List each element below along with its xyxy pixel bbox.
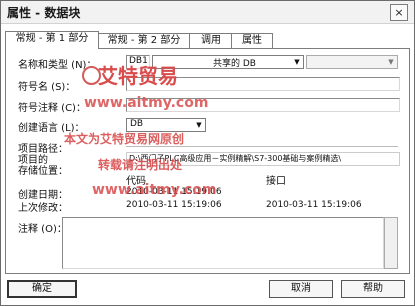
chevron-down-icon: ▼ <box>294 58 300 66</box>
window-title: 属性 - 数据块 <box>7 6 81 20</box>
code-column-header: 代码 <box>126 176 146 187</box>
last-modified-label: 上次修改： <box>18 203 68 214</box>
comment-textarea[interactable] <box>62 217 384 269</box>
storage-location-value: D:\西门子PLC高级应用－实例精解\S7-300基础与案例精选\ <box>129 154 342 163</box>
tab-general-part-1[interactable]: 常规 - 第 1 部分 <box>5 31 99 49</box>
general-part-1-panel: 名称和类型 (N)： DB1 共享的 DB ▼ ▼ 符号名 (S)： 符号注释 … <box>5 48 410 274</box>
cancel-button[interactable]: 取消 <box>269 280 333 298</box>
instance-fb-dropdown[interactable]: ▼ <box>306 55 398 69</box>
modified-interface-value: 2010-03-11 15:19:06 <box>266 200 362 210</box>
title-bar: 属性 - 数据块 × <box>1 1 414 24</box>
close-icon: × <box>394 6 404 19</box>
created-code-value: 2010-03-11 15:19:06 <box>126 187 222 197</box>
modified-code-value: 2010-03-11 15:19:06 <box>126 200 222 210</box>
block-type-dropdown[interactable]: 共享的 DB ▼ <box>152 55 304 69</box>
symbol-comment-label: 符号注释 (C)： <box>18 103 86 114</box>
symbol-comment-field[interactable] <box>126 98 400 112</box>
ok-button[interactable]: 确定 <box>7 280 77 298</box>
project-path-line <box>126 146 398 147</box>
language-dropdown[interactable]: DB ▼ <box>126 118 206 132</box>
block-type-value: 共享的 DB <box>213 59 256 69</box>
storage-location-label-2: 存储位置： <box>18 166 68 177</box>
tab-general-part-2[interactable]: 常规 - 第 2 部分 <box>97 33 191 48</box>
comment-scrollbar[interactable] <box>384 217 398 269</box>
tab-calls[interactable]: 调用 <box>189 33 233 48</box>
symbol-name-label: 符号名 (S)： <box>18 82 76 93</box>
chevron-down-icon: ▼ <box>388 58 394 66</box>
storage-location-field: D:\西门子PLC高级应用－实例精解\S7-300基础与案例精选\ <box>126 152 400 166</box>
help-button[interactable]: 帮助 <box>341 280 405 298</box>
chevron-down-icon: ▼ <box>196 121 202 129</box>
tab-attributes[interactable]: 属性 <box>231 33 273 48</box>
close-button[interactable]: × <box>390 4 408 21</box>
comment-label: 注释 (O)： <box>18 224 67 235</box>
block-name-field[interactable]: DB1 <box>126 55 150 69</box>
language-label: 创建语言 (L)： <box>18 123 85 134</box>
interface-column-header: 接口 <box>266 176 286 187</box>
symbol-name-field[interactable] <box>126 77 400 91</box>
name-type-label: 名称和类型 (N)： <box>18 60 97 71</box>
properties-dialog: 属性 - 数据块 × 常规 - 第 1 部分 常规 - 第 2 部分 调用 属性… <box>0 0 415 306</box>
block-name-value: DB1 <box>129 56 148 66</box>
language-value: DB <box>130 119 144 129</box>
